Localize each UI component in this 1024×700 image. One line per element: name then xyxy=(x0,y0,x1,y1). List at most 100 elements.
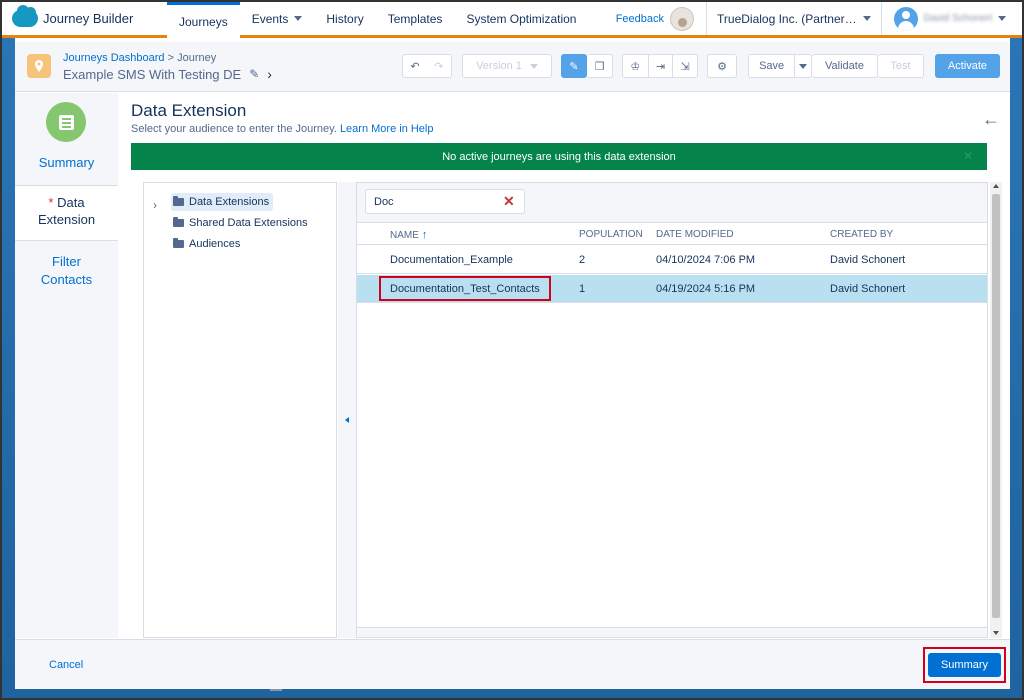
cell-population: 1 xyxy=(579,283,586,295)
journey-name: Example SMS With Testing DE ✎ › xyxy=(63,66,272,82)
cell-date-modified: 04/10/2024 7:06 PM xyxy=(656,254,756,266)
redo-icon[interactable]: ↷ xyxy=(427,55,451,77)
tab-history[interactable]: History xyxy=(314,2,375,35)
pencil-icon[interactable]: ✎ xyxy=(249,67,259,81)
tab-label: Templates xyxy=(387,11,443,26)
org-name: TrueDialog Inc. (Partner… xyxy=(717,11,857,26)
step-rail: Summary * Data Extension Filter Contacts xyxy=(15,93,118,638)
column-label: NAME xyxy=(390,230,419,241)
chevron-right-icon[interactable]: › xyxy=(267,66,272,82)
cell-name: Documentation_Example xyxy=(390,254,513,266)
tab-system-optimization[interactable]: System Optimization xyxy=(454,2,588,35)
highlight-box: Summary xyxy=(923,647,1006,683)
background-right xyxy=(1010,38,1022,690)
user-menu[interactable]: David Schonert xyxy=(880,2,1022,35)
user-avatar-icon xyxy=(893,6,918,31)
summary-button[interactable]: Summary xyxy=(928,653,1001,677)
edit-mode-button[interactable]: ✎ xyxy=(561,54,587,78)
required-marker: * xyxy=(48,195,54,210)
grid-header: NAME ↑ POPULATION DATE MODIFIED CREATED B… xyxy=(357,224,987,245)
cell-name: Documentation_Test_Contacts xyxy=(390,283,540,295)
step-summary[interactable]: Summary xyxy=(15,155,118,170)
org-switcher[interactable]: TrueDialog Inc. (Partner… xyxy=(706,2,881,35)
table-row[interactable]: Documentation_Example 2 04/10/2024 7:06 … xyxy=(357,246,987,274)
tab-templates[interactable]: Templates xyxy=(376,2,455,35)
vertical-scrollbar[interactable] xyxy=(990,182,1002,638)
exit-icon[interactable]: ⇥ xyxy=(647,55,673,77)
breadcrumb-separator: > xyxy=(167,52,175,64)
step-filter-contacts[interactable]: Filter Contacts xyxy=(15,253,118,289)
version-label: Version 1 xyxy=(476,60,522,72)
brand[interactable]: Journey Builder xyxy=(2,2,167,35)
tab-events[interactable]: Events xyxy=(240,2,315,35)
scrollbar-thumb[interactable] xyxy=(992,194,1000,618)
einstein-avatar-icon[interactable] xyxy=(670,6,695,31)
column-header-created-by[interactable]: CREATED BY xyxy=(830,229,893,240)
validate-label: Validate xyxy=(825,60,864,72)
chevron-right-icon[interactable]: › xyxy=(153,198,157,212)
scroll-down-icon[interactable] xyxy=(993,631,999,635)
tree-item-label: Data Extensions xyxy=(189,196,270,208)
test-button[interactable]: Test xyxy=(878,54,924,78)
tab-journeys[interactable]: Journeys xyxy=(167,2,240,38)
undo-icon[interactable]: ↶ xyxy=(403,55,427,77)
column-header-date-modified[interactable]: DATE MODIFIED xyxy=(656,229,734,240)
tree-item-shared-data-extensions[interactable]: Shared Data Extensions xyxy=(171,214,312,232)
activate-button[interactable]: Activate xyxy=(935,54,1000,78)
back-arrow-icon[interactable]: ← xyxy=(982,109,1000,130)
settings-button[interactable]: ⚙ xyxy=(707,54,737,78)
export-icon[interactable]: ⇲ xyxy=(672,55,697,77)
step-filter-label: Contacts xyxy=(40,272,93,287)
save-button[interactable]: Save xyxy=(749,55,794,77)
learn-more-link[interactable]: Learn More in Help xyxy=(340,123,434,135)
nav-right: Feedback TrueDialog Inc. (Partner… David… xyxy=(616,2,1022,35)
status-banner: No active journeys are using this data e… xyxy=(131,143,987,170)
tab-label: System Optimization xyxy=(466,11,577,26)
tab-label: Journeys xyxy=(179,14,228,29)
clear-icon[interactable]: ✕ xyxy=(503,193,515,210)
feedback-link[interactable]: Feedback xyxy=(616,13,664,25)
chevron-down-icon xyxy=(862,16,871,21)
summary-sheet-icon[interactable] xyxy=(46,102,86,142)
top-nav: Journey Builder Journeys Events History … xyxy=(2,2,1022,38)
breadcrumb: Journeys Dashboard > Journey xyxy=(63,52,216,64)
save-dropdown[interactable] xyxy=(794,55,811,77)
tree-item-label: Shared Data Extensions xyxy=(189,217,308,229)
test-label: Test xyxy=(890,60,911,72)
copy-button[interactable]: ❐ xyxy=(587,54,613,78)
version-select[interactable]: Version 1 xyxy=(462,54,552,78)
grid-footer xyxy=(357,627,987,637)
gear-icon: ⚙ xyxy=(717,60,727,73)
scroll-up-icon[interactable] xyxy=(993,184,999,188)
save-group: Save xyxy=(748,54,812,78)
collapse-arrow-icon[interactable] xyxy=(345,417,349,423)
column-header-name[interactable]: NAME ↑ xyxy=(390,229,427,241)
search-input[interactable] xyxy=(365,189,525,214)
pane-splitter[interactable] xyxy=(338,182,356,638)
sheet-icon xyxy=(58,114,74,130)
validate-button[interactable]: Validate xyxy=(812,54,878,78)
chevron-down-icon xyxy=(799,63,808,69)
tree-item-label: Audiences xyxy=(189,238,241,250)
column-header-population[interactable]: POPULATION xyxy=(579,229,643,240)
tree-item-data-extensions[interactable]: Data Extensions xyxy=(171,193,274,211)
step-summary-label: Summary xyxy=(38,155,95,170)
table-row-selected[interactable]: Documentation_Test_Contacts 1 04/19/2024… xyxy=(357,275,987,303)
step-data-extension[interactable]: * Data Extension xyxy=(15,185,118,241)
sort-arrow-up-icon: ↑ xyxy=(421,229,428,241)
cell-created-by: David Schonert xyxy=(830,254,906,266)
close-icon[interactable]: ✕ xyxy=(963,149,973,163)
tab-label: History xyxy=(326,11,364,26)
activate-label: Activate xyxy=(947,60,988,72)
trophy-icon[interactable]: ♔ xyxy=(623,55,648,77)
step-data-extension-label: Extension xyxy=(37,212,96,227)
resize-grip[interactable] xyxy=(270,689,282,691)
folder-tree: › Data Extensions Shared Data Extensions… xyxy=(143,182,337,638)
copy-icon: ❐ xyxy=(594,60,605,73)
cancel-link[interactable]: Cancel xyxy=(49,659,83,671)
chevron-down-icon xyxy=(998,16,1006,21)
breadcrumb-journeys-dashboard[interactable]: Journeys Dashboard xyxy=(63,52,165,64)
tree-item-audiences[interactable]: Audiences xyxy=(171,235,244,253)
salesforce-cloud-icon xyxy=(12,5,38,27)
folder-icon xyxy=(173,196,184,206)
